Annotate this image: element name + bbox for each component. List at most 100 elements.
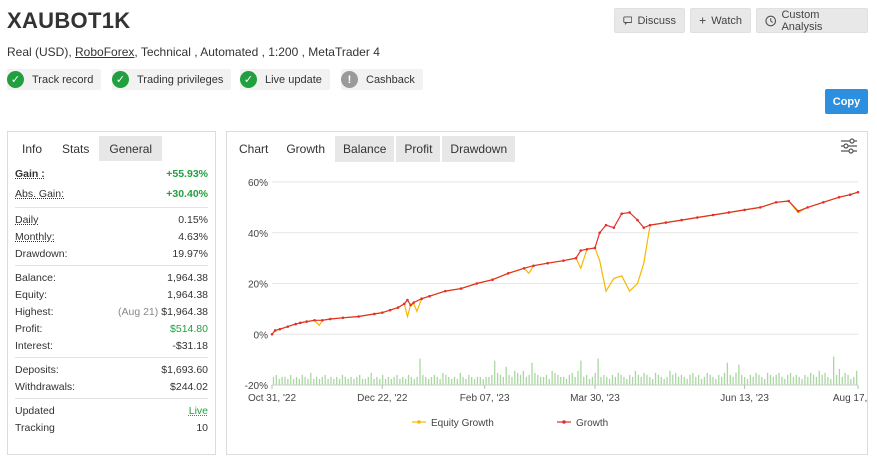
volume-bar bbox=[525, 376, 527, 385]
volume-bar bbox=[781, 376, 783, 385]
volume-bar bbox=[287, 378, 289, 385]
volume-bar bbox=[482, 378, 484, 385]
volume-bar bbox=[608, 378, 611, 385]
stat-value[interactable]: Live bbox=[189, 405, 208, 417]
stat-daily: Daily 0.15% bbox=[15, 211, 208, 228]
growth-point bbox=[620, 212, 624, 216]
growth-point bbox=[420, 297, 423, 301]
volume-bar bbox=[675, 372, 677, 385]
volume-bar bbox=[689, 374, 691, 385]
volume-bar bbox=[718, 374, 720, 385]
stat-label[interactable]: Monthly: bbox=[15, 231, 55, 243]
discuss-button[interactable]: Discuss bbox=[614, 8, 685, 33]
growth-point bbox=[806, 206, 809, 209]
volume-bar bbox=[295, 376, 298, 385]
stat-gain: Gain : +55.93% bbox=[15, 164, 208, 184]
stat-value: +30.40% bbox=[166, 188, 208, 200]
volume-bar bbox=[758, 374, 760, 385]
volume-bar bbox=[290, 374, 292, 385]
copy-button[interactable]: Copy bbox=[825, 89, 868, 114]
divider bbox=[15, 398, 208, 399]
volume-bar bbox=[821, 374, 823, 385]
volume-bar bbox=[626, 378, 628, 385]
volume-bar bbox=[789, 372, 792, 385]
volume-bar bbox=[376, 376, 378, 385]
badge-label: Cashback bbox=[366, 73, 415, 86]
volume-bar bbox=[502, 376, 504, 385]
volume-bar bbox=[738, 364, 740, 385]
volume-bar bbox=[522, 370, 525, 385]
account-subtitle: Real (USD), RoboForex, Technical , Autom… bbox=[7, 45, 380, 59]
stat-label: Deposits: bbox=[15, 363, 59, 376]
watch-button[interactable]: Watch bbox=[690, 8, 751, 33]
growth-point bbox=[273, 329, 277, 332]
tab-info[interactable]: Info bbox=[12, 136, 53, 161]
stat-label: Tracking bbox=[15, 421, 55, 434]
volume-bar bbox=[402, 376, 404, 385]
volume-bar bbox=[471, 376, 473, 385]
y-tick-label: 0% bbox=[254, 330, 269, 341]
tab-general[interactable]: General bbox=[99, 136, 163, 161]
volume-bar bbox=[517, 372, 519, 385]
growth-point bbox=[475, 282, 479, 285]
growth-point bbox=[562, 259, 565, 262]
volume-bar bbox=[453, 376, 456, 385]
volume-bar bbox=[827, 376, 829, 385]
volume-bar bbox=[548, 378, 550, 385]
stat-value: $514.80 bbox=[170, 322, 208, 335]
volume-bar bbox=[301, 374, 303, 385]
check-icon: ✓ bbox=[240, 71, 257, 88]
divider bbox=[15, 265, 208, 266]
volume-bar bbox=[769, 374, 772, 385]
volume-bar bbox=[347, 378, 349, 385]
volume-bar bbox=[361, 378, 364, 385]
y-tick-label: 40% bbox=[248, 229, 268, 240]
growth-point bbox=[585, 247, 589, 251]
volume-bar bbox=[459, 372, 461, 385]
volume-bar bbox=[735, 372, 737, 385]
growth-point bbox=[711, 213, 715, 217]
growth-point bbox=[459, 287, 463, 290]
growth-point bbox=[604, 223, 608, 227]
badge-label: Live update bbox=[265, 73, 322, 86]
stat-value: $244.02 bbox=[170, 380, 208, 393]
stat-value: 0.15% bbox=[178, 213, 208, 226]
stats-panel: Info Stats General Gain : +55.93% Abs. Ga… bbox=[7, 131, 216, 455]
tab-stats[interactable]: Stats bbox=[52, 136, 100, 161]
volume-bar bbox=[419, 358, 421, 385]
x-tick-label: Oct 31, '22 bbox=[248, 393, 296, 404]
volume-bar bbox=[390, 378, 392, 385]
growth-point bbox=[727, 211, 731, 214]
stat-label[interactable]: Abs. Gain: bbox=[15, 188, 64, 200]
growth-point bbox=[321, 318, 324, 322]
volume-bar bbox=[603, 374, 605, 385]
badge-cashback: ! Cashback bbox=[341, 69, 423, 90]
broker-link[interactable]: RoboForex bbox=[75, 45, 134, 59]
volume-bar bbox=[778, 372, 780, 385]
volume-bar bbox=[692, 372, 694, 385]
divider bbox=[15, 357, 208, 358]
volume-bar bbox=[540, 376, 542, 385]
growth-point bbox=[628, 211, 631, 214]
stat-label[interactable]: Daily bbox=[15, 214, 38, 226]
volume-bar bbox=[310, 372, 312, 385]
volume-bar bbox=[353, 378, 355, 385]
stat-label[interactable]: Gain : bbox=[15, 168, 45, 180]
growth-point bbox=[313, 318, 316, 322]
stat-label: Updated bbox=[15, 404, 55, 417]
stat-value: 19.97% bbox=[172, 247, 208, 260]
volume-bar bbox=[841, 376, 843, 385]
volume-bar bbox=[336, 376, 338, 385]
volume-bar bbox=[445, 374, 447, 385]
volume-bar bbox=[382, 374, 384, 385]
volume-bar bbox=[528, 374, 530, 385]
volume-bar bbox=[399, 378, 401, 385]
volume-bar bbox=[304, 376, 306, 385]
legend-label: Growth bbox=[576, 418, 608, 429]
growth-point bbox=[648, 223, 652, 227]
watch-label: Watch bbox=[711, 14, 742, 27]
custom-analysis-button[interactable]: Custom Analysis bbox=[756, 8, 868, 33]
volume-bar bbox=[743, 376, 746, 385]
volume-bar bbox=[723, 372, 726, 385]
custom-analysis-label: Custom Analysis bbox=[781, 8, 823, 33]
